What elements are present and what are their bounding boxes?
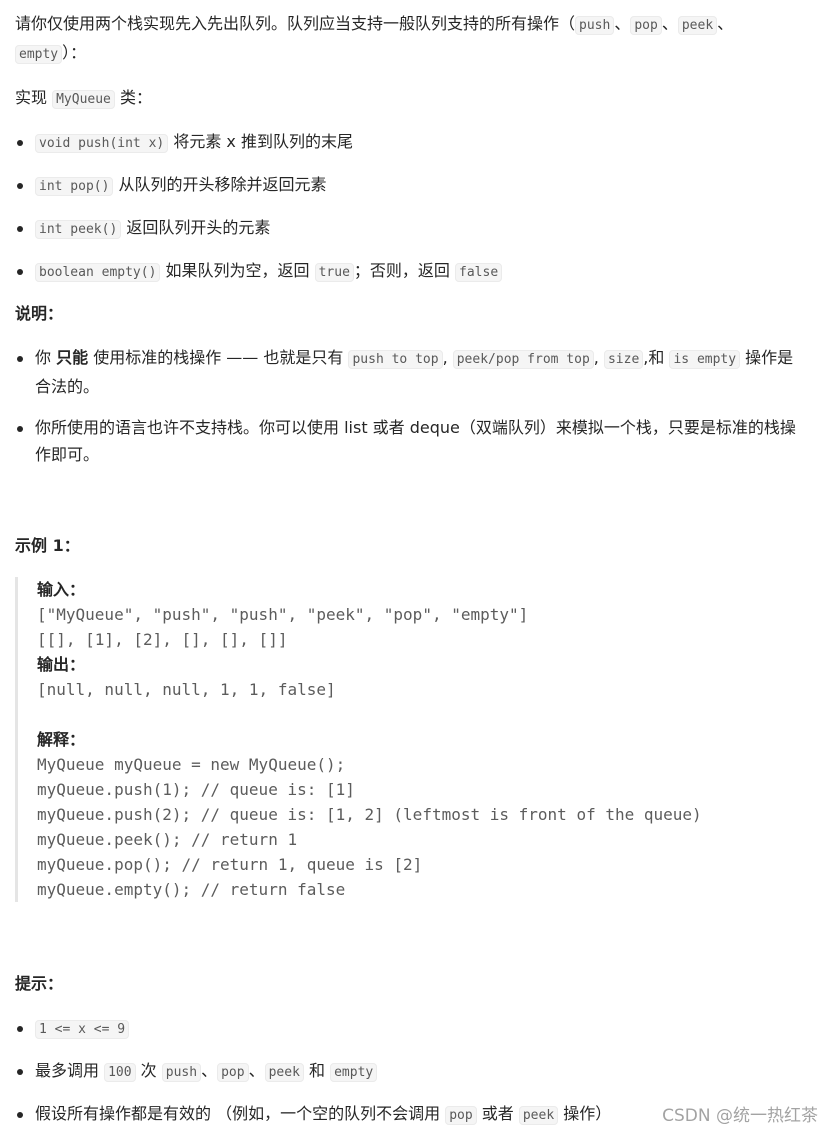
code-is-empty: is empty (669, 350, 741, 369)
watermark: CSDN @统一热红茶 (662, 1106, 818, 1126)
intro-paragraph: 请你仅使用两个栈实现先入先出队列。队列应当支持一般队列支持的所有操作（ push、… (15, 10, 733, 68)
methods-list: void push(int x) 将元素 x 推到队列的末尾 int pop()… (15, 128, 503, 300)
explain-line: myQueue.push(2); // queue is: [1, 2] (le… (37, 805, 702, 824)
tip-text: 次 (135, 1061, 162, 1080)
example-block: 输入： ["MyQueue", "push", "push", "peek", … (15, 577, 827, 902)
code-push: push (575, 16, 615, 35)
input-label: 输入： (37, 580, 86, 599)
method-description: 如果队列为空，返回 (165, 261, 310, 280)
code-false: false (455, 263, 503, 282)
tip-text: 最多调用 (35, 1061, 105, 1080)
method-description: 从队列的开头移除并返回元素 (118, 175, 327, 194)
note-text: 使用标准的栈操作 —— 也就是只有 (88, 348, 349, 367)
method-signature: int peek() (35, 220, 122, 239)
code-size: size (603, 350, 644, 369)
method-description: 将元素 x 推到队列的末尾 (173, 132, 353, 151)
note-text: 你所使用的语言也许不支持栈。你可以使用 list 或者 deque（双端队列）来… (35, 418, 796, 464)
code-pop: pop (217, 1063, 249, 1082)
explain-line: myQueue.pop(); // return 1, queue is [2] (37, 855, 423, 874)
separator: 、 (717, 14, 734, 33)
separator: 、 (614, 14, 631, 33)
method-description-mid: ；否则，返回 (353, 261, 450, 280)
code-peek: peek (518, 1106, 559, 1125)
code-peek-pop-from-top: peek/pop from top (452, 350, 594, 369)
explain-line: myQueue.push(1); // queue is: [1] (37, 780, 355, 799)
code-100: 100 (104, 1063, 136, 1082)
list-item: 最多调用 100 次 push、 pop、 peek 和 empty (15, 1057, 815, 1086)
explain-line: myQueue.peek(); // return 1 (37, 830, 298, 849)
output-label: 输出： (37, 655, 86, 674)
code-push-to-top: push to top (348, 350, 443, 369)
code-peek: peek (677, 16, 718, 35)
note-text: 和 (648, 348, 670, 367)
note-bold: 只能 (56, 348, 89, 367)
list-item: 你所使用的语言也许不支持栈。你可以使用 list 或者 deque（双端队列）来… (15, 414, 805, 468)
notes-heading: 说明： (15, 304, 64, 323)
explain-line: myQueue.empty(); // return false (37, 880, 346, 899)
code-peek: peek (264, 1063, 304, 1082)
separator: 、 (248, 1061, 265, 1080)
list-item: 1 <= x <= 9 (15, 1014, 815, 1043)
separator: 、 (661, 14, 678, 33)
code-empty: empty (330, 1063, 378, 1082)
code-empty: empty (15, 45, 63, 64)
tip-text: 操作） (558, 1104, 612, 1123)
method-description: 返回队列开头的元素 (126, 218, 271, 237)
tip-text: 假设所有操作都是有效的 （例如，一个空的队列不会调用 (35, 1104, 446, 1123)
output-line: [null, null, null, 1, 1, false] (37, 680, 336, 699)
impl-prefix: 实现 (15, 88, 53, 107)
explain-label: 解释： (37, 730, 86, 749)
method-signature: void push(int x) (35, 134, 169, 153)
intro-tail: ）： (62, 43, 87, 62)
input-line: [[], [1], [2], [], [], []] (37, 630, 288, 649)
code-pop: pop (630, 16, 662, 35)
impl-paragraph: 实现 MyQueue 类： (15, 84, 152, 113)
method-signature: boolean empty() (35, 263, 161, 282)
code-true: true (314, 263, 354, 282)
method-signature: int pop() (35, 177, 114, 196)
impl-suffix: 类： (114, 88, 152, 107)
tip-text: 和 (303, 1061, 331, 1080)
explain-line: MyQueue myQueue = new MyQueue(); (37, 755, 346, 774)
list-item: void push(int x) 将元素 x 推到队列的末尾 (15, 128, 502, 157)
tips-heading: 提示： (15, 974, 64, 993)
example-heading: 示例 1： (15, 536, 80, 555)
list-item: int peek() 返回队列开头的元素 (15, 214, 502, 243)
code-pop: pop (445, 1106, 477, 1125)
input-line: ["MyQueue", "push", "push", "peek", "pop… (37, 605, 529, 624)
separator: 、 (201, 1061, 218, 1080)
note-text: 你 (35, 348, 57, 367)
code-class-name: MyQueue (52, 90, 115, 109)
list-item: 你 只能 使用标准的栈操作 —— 也就是只有 push to top, peek… (15, 344, 805, 400)
notes-list: 你 只能 使用标准的栈操作 —— 也就是只有 push to top, peek… (15, 344, 805, 482)
code-constraint: 1 <= x <= 9 (35, 1020, 130, 1039)
intro-text: 请你仅使用两个栈实现先入先出队列。队列应当支持一般队列支持的所有操作（ (15, 14, 576, 33)
tip-text: 或者 (476, 1104, 519, 1123)
list-item: boolean empty() 如果队列为空，返回 true ；否则，返回 fal… (15, 257, 503, 286)
code-push: push (161, 1063, 202, 1082)
list-item: int pop() 从队列的开头移除并返回元素 (15, 171, 502, 200)
